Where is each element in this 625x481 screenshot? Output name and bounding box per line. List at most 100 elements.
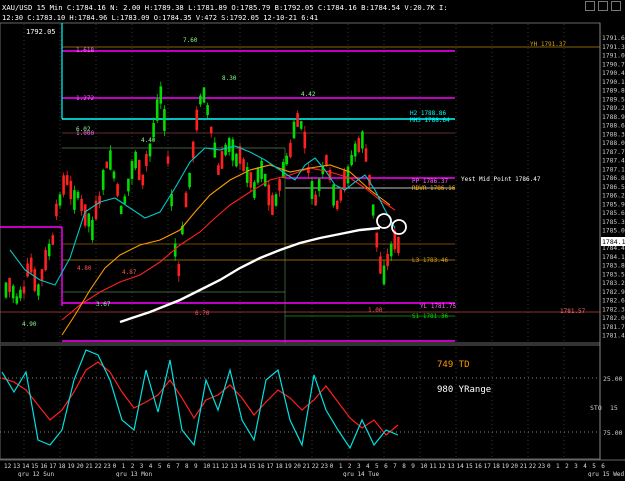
candle-body <box>177 264 181 276</box>
time-tick-label: 16 <box>475 463 483 470</box>
time-tick-label: 19 <box>285 463 293 470</box>
time-tick-label: 22 <box>529 463 537 470</box>
candle-body <box>188 172 191 188</box>
candle-body <box>202 87 206 103</box>
candle-body <box>101 170 105 190</box>
candle-body <box>303 131 307 149</box>
fib-label: 4.87 <box>122 269 137 276</box>
fib-label: 4.90 <box>22 321 37 328</box>
current-price-tag: 1784.16 <box>601 237 625 246</box>
price-tick-label: 1783.80 <box>602 263 625 270</box>
candle-body <box>148 143 152 157</box>
candle-body <box>123 196 127 204</box>
candle-body <box>58 194 62 206</box>
s1-label: S1 1781.36 <box>412 313 449 320</box>
candle-body <box>350 154 353 166</box>
candle-body <box>325 155 328 165</box>
candle-body <box>271 195 274 215</box>
time-tick-label: 23 <box>104 463 112 470</box>
candle-body <box>80 198 83 212</box>
fib-label: 1.618 <box>76 47 94 54</box>
candle-body <box>296 113 299 127</box>
time-tick-label: 18 <box>276 463 284 470</box>
candle-body <box>22 286 26 294</box>
time-tick-label: 6 <box>384 463 388 470</box>
candle-body <box>310 180 314 200</box>
minimize-icon[interactable] <box>585 1 595 11</box>
price-tick-label: 1789.80 <box>602 88 625 95</box>
price-tick-label: 1788.60 <box>602 123 625 130</box>
price-tick-label: 1787.70 <box>602 149 625 156</box>
candle-body <box>91 220 94 240</box>
candle-body <box>278 179 281 191</box>
candle-body <box>8 277 11 293</box>
time-tick-label: 12 <box>438 463 446 470</box>
candle-body <box>44 249 47 271</box>
fib-label: 4.80 <box>77 265 92 272</box>
time-tick-label: 6 <box>601 463 605 470</box>
candle-body <box>389 243 393 257</box>
time-tick-label: 14 <box>457 463 465 470</box>
candle-body <box>184 192 188 208</box>
time-tick-label: 10 <box>420 463 428 470</box>
time-tick-label: 20 <box>294 463 302 470</box>
price-tick-label: 1786.50 <box>602 184 625 191</box>
time-tick-label: 14 <box>239 463 247 470</box>
price-tick-label: 1791.00 <box>602 53 625 60</box>
price-tick-label: 1786.20 <box>602 193 625 200</box>
fib-labels: 1.6181.2721.0007.608.304.426.024.404.874… <box>22 37 383 328</box>
candlesticks <box>4 81 400 306</box>
time-tick-label: 2 <box>565 463 569 470</box>
candle-body <box>19 289 22 299</box>
top-value: 1792.05 <box>26 28 56 36</box>
candle-body <box>375 232 379 248</box>
candle-body <box>379 256 382 274</box>
sto-level-25: 25.00 <box>603 375 623 383</box>
time-tick-label: 1 <box>122 463 126 470</box>
candle-body <box>343 170 346 190</box>
time-tick-label: 21 <box>520 463 528 470</box>
time-tick-label: 20 <box>511 463 519 470</box>
candle-body <box>332 184 335 206</box>
maximize-icon[interactable] <box>598 1 608 11</box>
time-tick-label: 15 <box>466 463 474 470</box>
time-tick-label: 6 <box>167 463 171 470</box>
candle-body <box>317 179 321 191</box>
price-tick-label: 1785.30 <box>602 219 625 226</box>
candle-body <box>87 213 91 227</box>
price-tick-label: 1791.30 <box>602 44 625 51</box>
sto-label: STO <box>590 404 602 412</box>
mh3-label: MH3 1788.64 <box>410 117 450 124</box>
time-tick-label: 13 <box>447 463 455 470</box>
price-tick-label: 1787.40 <box>602 158 625 165</box>
price-tick-label: 1786.80 <box>602 175 625 182</box>
time-tick-label: 5 <box>158 463 162 470</box>
candle-body <box>339 189 343 201</box>
ma-teal <box>9 145 396 286</box>
candle-body <box>62 175 65 195</box>
time-tick-label: 5 <box>592 463 596 470</box>
time-axis: 12 13 14 15 16 17 18 19 20 21 22 23 0 1 2 3 4 5 6 7 8 9 10 11 12… <box>0 459 625 478</box>
fib-label: 7.60 <box>183 37 198 44</box>
date-label: gru 13 Mon <box>116 471 153 477</box>
price-tick-label: 1785.00 <box>602 228 625 235</box>
candle-body <box>166 156 170 164</box>
candle-body <box>231 139 235 161</box>
price-tick-label: 1788.30 <box>602 131 625 138</box>
candle-body <box>364 148 368 162</box>
time-tick-label: 12 <box>4 463 12 470</box>
time-tick-label: 14 <box>22 463 30 470</box>
close-icon[interactable] <box>611 1 621 11</box>
time-tick-label: 0 <box>330 463 334 470</box>
candle-body <box>134 151 137 169</box>
window-controls <box>585 1 621 11</box>
candle-body <box>289 142 292 158</box>
time-tick-label: 18 <box>493 463 501 470</box>
rdvr-label: RDVR 1786.16 <box>412 185 456 192</box>
time-tick-label: 22 <box>312 463 320 470</box>
candle-body <box>227 138 231 152</box>
price-chart[interactable]: XAU/USD 15 Min C:1784.16 N: 2.00 H:1789.… <box>0 0 625 478</box>
candle-body <box>191 141 195 159</box>
candle-body <box>256 167 260 183</box>
chart-window[interactable]: XAU/USD 15 Min C:1784.16 N: 2.00 H:1789.… <box>0 0 625 478</box>
